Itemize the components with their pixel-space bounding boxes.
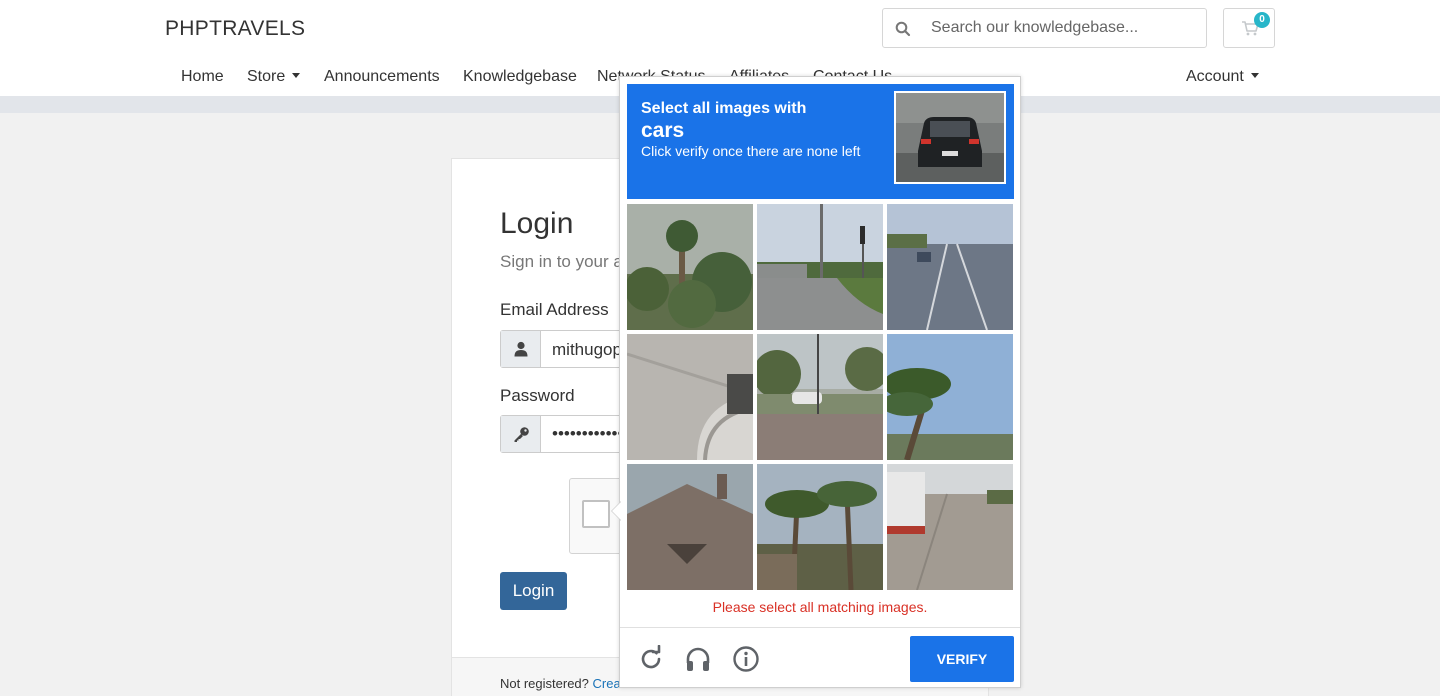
captcha-tile-7[interactable] xyxy=(627,464,753,590)
captcha-tile-8[interactable] xyxy=(757,464,883,590)
nav-account[interactable]: Account xyxy=(1186,68,1259,86)
password-value: •••••••••••• xyxy=(552,424,624,443)
captcha-header: Select all images with cars Click verify… xyxy=(627,84,1014,199)
nav-store-label: Store xyxy=(247,68,286,85)
captcha-instruction: Select all images with xyxy=(641,100,807,117)
captcha-challenge: Select all images with cars Click verify… xyxy=(611,76,1021,688)
email-addon xyxy=(501,331,541,367)
captcha-tile-9[interactable] xyxy=(887,464,1013,590)
nav-announcements[interactable]: Announcements xyxy=(324,68,440,86)
email-value: mithugop xyxy=(552,340,622,359)
captcha-tile-6[interactable] xyxy=(887,334,1013,460)
reload-icon[interactable] xyxy=(637,645,665,673)
password-addon xyxy=(501,416,541,452)
info-icon[interactable] xyxy=(732,645,760,673)
chevron-down-icon xyxy=(1250,73,1259,78)
cart-count-badge: 0 xyxy=(1254,12,1270,28)
popup-pointer-inner xyxy=(612,501,622,521)
login-button[interactable]: Login xyxy=(500,572,567,610)
audio-icon[interactable] xyxy=(684,645,712,673)
email-label: Email Address xyxy=(500,300,609,319)
register-text: Not registered? xyxy=(500,676,589,691)
page-title: Login xyxy=(500,207,574,240)
nav-knowledgebase[interactable]: Knowledgebase xyxy=(463,68,577,86)
search-icon xyxy=(895,21,911,37)
captcha-tile-4[interactable] xyxy=(627,334,753,460)
search-box[interactable] xyxy=(882,8,1207,48)
nav-store[interactable]: Store xyxy=(247,68,301,86)
captcha-footer: VERIFY xyxy=(620,627,1020,687)
password-label: Password xyxy=(500,386,575,405)
captcha-sample-image xyxy=(894,91,1006,184)
recaptcha-checkbox[interactable] xyxy=(582,500,610,528)
key-icon xyxy=(514,427,529,442)
nav-home[interactable]: Home xyxy=(181,68,224,86)
page-subtitle: Sign in to your a xyxy=(500,252,623,271)
chevron-down-icon xyxy=(292,73,301,78)
register-prompt: Not registered? Crea xyxy=(500,676,621,691)
brand-logo[interactable]: PHPTRAVELS xyxy=(165,17,305,41)
user-icon xyxy=(514,341,528,357)
captcha-target: cars xyxy=(641,119,685,142)
cart-button[interactable]: 0 xyxy=(1223,8,1275,48)
captcha-image-grid xyxy=(627,204,1015,592)
create-account-link[interactable]: Crea xyxy=(593,676,621,691)
captcha-tile-5[interactable] xyxy=(757,334,883,460)
captcha-tile-2[interactable] xyxy=(757,204,883,330)
captcha-error-message: Please select all matching images. xyxy=(712,599,928,615)
nav-account-label: Account xyxy=(1186,68,1244,85)
captcha-tile-1[interactable] xyxy=(627,204,753,330)
captcha-hint: Click verify once there are none left xyxy=(641,143,861,159)
verify-button[interactable]: VERIFY xyxy=(910,636,1014,682)
search-input[interactable] xyxy=(931,9,1201,47)
captcha-tile-3[interactable] xyxy=(887,204,1013,330)
